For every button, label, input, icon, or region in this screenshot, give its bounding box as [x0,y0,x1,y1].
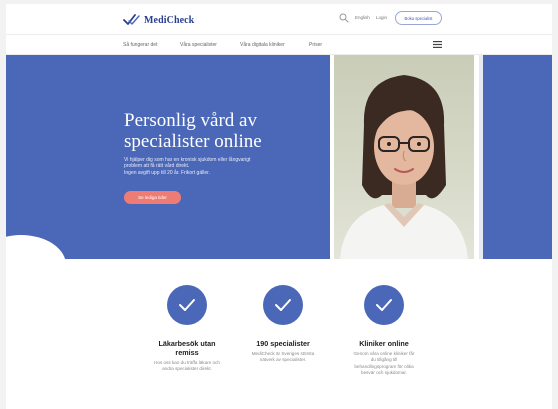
main-nav: Så fungerar det Våra specialister Våra d… [6,35,552,55]
panel-edge [479,55,483,259]
search-icon[interactable] [339,13,349,23]
language-link[interactable]: English [355,15,370,20]
hero-title-line: Personlig vård av [124,110,257,131]
top-bar: MediCheck English Login Boka specialist [6,4,552,34]
feature-desc-line: nätverk av specialister. [259,357,307,363]
portrait-frame [330,55,480,259]
feature-title: 190 specialister [228,339,338,348]
feature-title: Läkarbesök utan remiss [132,339,242,357]
hero-description: Vi hjälper dig som har en kronisk sjukdo… [124,157,324,176]
hero-text-line: Ingen avgift upp till 20 år. Frikort gäl… [124,169,210,176]
feature-title-line: Läkarbesök utan [158,339,216,348]
feature-desc-line: besvär och sjukdomar. [361,370,407,376]
hamburger-menu-icon[interactable] [433,41,442,48]
login-link[interactable]: Login [376,15,387,20]
nav-item-specialists[interactable]: Våra specialister [180,42,217,48]
hero-title: Personlig vård av specialister online [124,110,324,152]
book-specialist-button[interactable]: Boka specialist [395,11,442,25]
hero-title-line: specialister online [124,131,262,152]
feature-title: Kliniker online [329,339,439,348]
see-available-times-button[interactable]: Se lediga tider [124,191,181,204]
nav-item-how-it-works[interactable]: Så fungerar det [123,42,157,48]
logo[interactable]: MediCheck [123,12,194,28]
nav-item-prices[interactable]: Priser [309,42,322,48]
feature-desc-line: andra specialister direkt. [162,366,212,372]
feature-title-line: remiss [175,348,199,357]
doctor-portrait-illustration [340,75,468,259]
checkmark-circle-icon [263,285,303,325]
feature-description: Genom våra online kliniker får du tillgå… [329,351,439,377]
logo-text: MediCheck [144,14,195,26]
feature-card: 190 specialister MediCheck är Sveriges s… [228,285,338,364]
feature-title-line: Kliniker online [359,339,409,348]
feature-description: MediCheck är Sveriges största nätverk av… [228,351,338,364]
features-section: Läkarbesök utan remiss Hos oss kan du tr… [6,259,552,409]
hero-curve-decoration [6,235,66,259]
doctor-photo [334,55,474,259]
nav-item-digital-clinics[interactable]: Våra digitala kliniker [240,42,285,48]
feature-description: Hos oss kan du träffa läkare och andra s… [132,360,242,373]
logo-checkmark-icon [123,14,140,25]
hero-banner: Personlig vård av specialister online Vi… [6,55,552,259]
page: MediCheck English Login Boka specialist … [6,4,552,409]
feature-title-line: 190 specialister [256,339,310,348]
checkmark-circle-icon [167,285,207,325]
feature-card: Läkarbesök utan remiss Hos oss kan du tr… [132,285,242,373]
checkmark-circle-icon [364,285,404,325]
feature-card: Kliniker online Genom våra online klinik… [329,285,439,377]
